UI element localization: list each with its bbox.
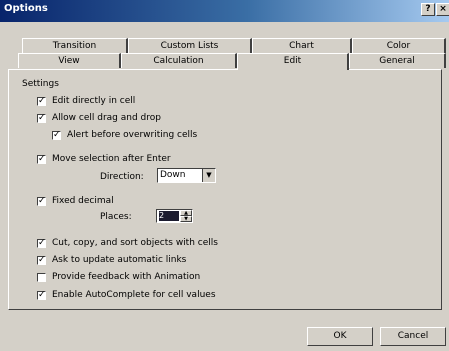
cut-copy-sort-checkbox[interactable]: ✓ — [37, 238, 46, 248]
window-title: Options — [4, 3, 48, 14]
tab-edit[interactable]: Edit — [237, 53, 349, 70]
move-selection-label: Move selection after Enter — [52, 154, 171, 164]
direction-value: Down — [160, 170, 186, 180]
close-button[interactable]: × — [436, 3, 449, 16]
ask-update-checkbox[interactable]: ✓ — [37, 255, 46, 265]
ask-update-option[interactable]: ✓ Ask to update automatic links — [37, 255, 186, 265]
places-value[interactable]: 2 — [159, 211, 179, 221]
move-selection-checkbox[interactable]: ✓ — [37, 154, 46, 164]
tab-calculation[interactable]: Calculation — [121, 53, 237, 68]
alert-overwrite-label: Alert before overwriting cells — [67, 130, 198, 140]
tab-transition[interactable]: Transition — [22, 38, 128, 53]
direction-label: Direction: — [100, 172, 144, 182]
autocomplete-checkbox[interactable]: ✓ — [37, 290, 46, 300]
allow-drag-label: Allow cell drag and drop — [52, 113, 161, 123]
direction-select[interactable]: Down ▼ — [157, 168, 216, 183]
tab-chart[interactable]: Chart — [252, 38, 352, 53]
tab-row-front: View Calculation Edit General — [18, 53, 446, 70]
spin-down-icon[interactable]: ▼ — [180, 216, 192, 222]
dropdown-arrow-icon[interactable]: ▼ — [202, 169, 215, 182]
places-label: Places: — [100, 212, 132, 222]
tab-custom-lists[interactable]: Custom Lists — [128, 38, 252, 53]
edit-directly-checkbox[interactable]: ✓ — [37, 96, 46, 106]
tab-general[interactable]: General — [349, 53, 446, 68]
cancel-button[interactable]: Cancel — [380, 327, 446, 346]
autocomplete-option[interactable]: ✓ Enable AutoComplete for cell values — [37, 290, 216, 300]
fixed-decimal-label: Fixed decimal — [52, 196, 114, 206]
places-spinner[interactable]: 2 ▲ ▼ — [156, 209, 193, 223]
title-bar: Options ? × — [0, 0, 449, 22]
allow-drag-checkbox[interactable]: ✓ — [37, 113, 46, 123]
tab-row-back: Transition Custom Lists Chart Color — [22, 38, 446, 53]
provide-feedback-label: Provide feedback with Animation — [52, 272, 201, 282]
cut-copy-sort-option[interactable]: ✓ Cut, copy, and sort objects with cells — [37, 238, 218, 248]
alert-overwrite-checkbox[interactable]: ✓ — [52, 130, 61, 140]
move-selection-option[interactable]: ✓ Move selection after Enter — [37, 154, 171, 164]
cut-copy-sort-label: Cut, copy, and sort objects with cells — [52, 238, 218, 248]
edit-directly-option[interactable]: ✓ Edit directly in cell — [37, 96, 135, 106]
allow-drag-option[interactable]: ✓ Allow cell drag and drop — [37, 113, 161, 123]
provide-feedback-option[interactable]: Provide feedback with Animation — [37, 272, 200, 282]
alert-overwrite-option[interactable]: ✓ Alert before overwriting cells — [52, 130, 197, 140]
help-button[interactable]: ? — [421, 3, 435, 16]
spin-buttons: ▲ ▼ — [180, 210, 192, 222]
ask-update-label: Ask to update automatic links — [52, 255, 187, 265]
provide-feedback-checkbox[interactable] — [37, 272, 46, 282]
ok-button[interactable]: OK — [307, 327, 373, 346]
fixed-decimal-checkbox[interactable]: ✓ — [37, 196, 46, 206]
tab-color[interactable]: Color — [352, 38, 446, 53]
edit-directly-label: Edit directly in cell — [52, 96, 136, 106]
fixed-decimal-option[interactable]: ✓ Fixed decimal — [37, 196, 114, 206]
tab-view[interactable]: View — [18, 53, 121, 68]
settings-group-label: Settings — [22, 79, 59, 89]
autocomplete-label: Enable AutoComplete for cell values — [52, 290, 216, 300]
